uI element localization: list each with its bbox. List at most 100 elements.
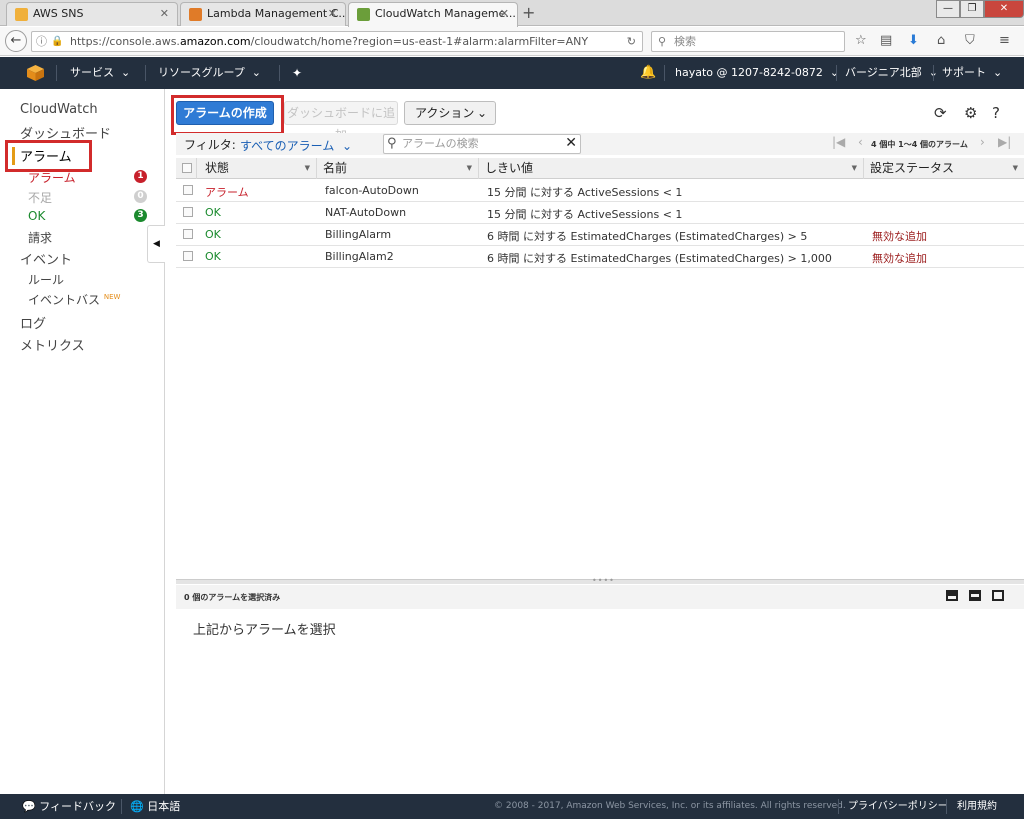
alarm-search-input[interactable]: ⚲ アラームの検索 ✕ — [383, 134, 581, 154]
panel-full-icon[interactable] — [992, 590, 1004, 601]
sidebar-item-alarms[interactable]: アラーム — [20, 146, 72, 165]
filter-bar: フィルタ: すべてのアラーム ⌄ ⚲ アラームの検索 ✕ |◀ ‹ 4 個中 1… — [176, 133, 1024, 155]
reading-list-icon[interactable]: ▤ — [880, 33, 892, 48]
search-icon: ⚲ — [658, 35, 667, 48]
close-tab-icon[interactable]: ✕ — [328, 7, 337, 20]
config-status-cell[interactable]: 無効な追加 — [872, 250, 927, 266]
terms-link[interactable]: 利用規約 — [957, 794, 997, 819]
chevron-down-icon: ⌄ — [925, 66, 938, 79]
sidebar-item-insufficient[interactable]: 不足 — [28, 189, 52, 206]
maximize-window-button[interactable]: ❐ — [960, 0, 984, 18]
create-alarm-button[interactable]: アラームの作成 — [176, 101, 274, 125]
column-header-threshold[interactable]: しきい値 ▼ — [479, 158, 864, 179]
resource-groups-menu[interactable]: リソースグループ ⌄ — [158, 57, 261, 89]
sidebar-item-logs[interactable]: ログ — [20, 313, 46, 332]
close-window-button[interactable]: ✕ — [984, 0, 1024, 18]
prev-page-icon[interactable]: ‹ — [858, 135, 863, 149]
pager-text: 4 個中 1〜4 個のアラーム — [871, 140, 968, 149]
clear-search-icon[interactable]: ✕ — [565, 134, 577, 152]
home-icon[interactable]: ⌂ — [937, 33, 945, 48]
column-header-name[interactable]: 名前 ▼ — [317, 158, 479, 179]
pocket-icon[interactable]: ⛉ — [965, 33, 975, 48]
sidebar-item-metrics[interactable]: メトリクス — [20, 335, 85, 354]
language-selector[interactable]: 🌐 日本語 — [130, 794, 180, 819]
row-checkbox[interactable] — [183, 229, 193, 239]
close-tab-icon[interactable]: ✕ — [160, 7, 169, 20]
privacy-policy-link[interactable]: プライバシーポリシー — [848, 794, 948, 819]
chevron-down-icon: ⌄ — [989, 66, 1003, 79]
browser-tab-cloudwatch[interactable]: CloudWatch Manageme... ✕ — [348, 2, 518, 27]
sidebar-item-events[interactable]: イベント — [20, 249, 72, 268]
actions-dropdown[interactable]: アクション ⌄ — [404, 101, 496, 125]
aws-cube-icon[interactable] — [27, 65, 44, 81]
panel-split-icon[interactable] — [969, 590, 981, 601]
header-divider — [933, 65, 934, 81]
name-cell[interactable]: BillingAlarm — [325, 228, 391, 241]
browser-nav-bar: ← ⓘ 🔒 https://console.aws.amazon.com/clo… — [0, 27, 1024, 56]
table-row[interactable]: アラーム falcon-AutoDown 15 分間 に対する ActiveSess… — [176, 180, 1024, 202]
row-checkbox[interactable] — [183, 251, 193, 261]
sidebar-item-alarm-state[interactable]: アラーム — [28, 169, 76, 186]
pin-icon[interactable]: ✦ — [292, 57, 302, 89]
browser-tab-aws-sns[interactable]: AWS SNS ✕ — [6, 2, 178, 26]
toolbar: アラームの作成 ダッシュボードに追加 アクション ⌄ ⟳ ⚙ ? — [166, 89, 1024, 142]
row-checkbox[interactable] — [183, 207, 193, 217]
chevron-down-icon: ⌄ — [476, 106, 487, 120]
info-icon[interactable]: ⓘ — [36, 32, 47, 51]
last-page-icon[interactable]: ▶| — [998, 135, 1011, 149]
next-page-icon[interactable]: › — [980, 135, 985, 149]
account-menu[interactable]: hayato @ 1207-8242-0872 ⌄ — [675, 57, 839, 89]
first-page-icon[interactable]: |◀ — [832, 135, 845, 149]
feedback-link[interactable]: 💬 フィードバック — [22, 794, 116, 819]
browser-tab-lambda[interactable]: Lambda Management C... ✕ — [180, 2, 346, 26]
help-icon[interactable]: ? — [992, 104, 1000, 122]
refresh-icon[interactable]: ⟳ — [934, 104, 947, 122]
browser-search-input[interactable]: ⚲ 検索 — [651, 31, 845, 52]
table-row[interactable]: OK NAT-AutoDown 15 分間 に対する ActiveSessions … — [176, 202, 1024, 224]
sidebar-item-event-bus[interactable]: イベントバス NEW — [28, 291, 120, 308]
column-header-state[interactable]: 状態 ▼ — [197, 158, 317, 179]
lambda-favicon-icon — [189, 8, 202, 21]
threshold-cell: 6 時間 に対する EstimatedCharges (EstimatedCha… — [487, 252, 832, 265]
split-pane-handle[interactable]: •••• — [176, 576, 1024, 585]
table-row[interactable]: OK BillingAlam2 6 時間 に対する EstimatedCharges… — [176, 246, 1024, 268]
new-tab-button[interactable]: + — [522, 3, 535, 22]
state-cell: OK — [205, 250, 221, 263]
reload-icon[interactable]: ↻ — [627, 32, 636, 51]
bookmark-star-icon[interactable]: ☆ — [855, 33, 867, 48]
table-row[interactable]: OK BillingAlarm 6 時間 に対する EstimatedCharges… — [176, 224, 1024, 246]
close-tab-icon[interactable]: ✕ — [500, 7, 509, 20]
minimize-window-button[interactable]: — — [936, 0, 960, 18]
chevron-down-icon: ⌄ — [338, 139, 353, 153]
collapse-sidebar-button[interactable]: ◀ — [147, 225, 165, 263]
chevron-down-icon: ⌄ — [117, 66, 131, 79]
gear-icon[interactable]: ⚙ — [964, 104, 977, 122]
region-label: バージニア北部 — [845, 66, 922, 79]
name-cell[interactable]: NAT-AutoDown — [325, 206, 406, 219]
region-menu[interactable]: バージニア北部 ⌄ — [845, 57, 938, 89]
row-checkbox[interactable] — [183, 185, 193, 195]
sort-icon: ▼ — [1012, 164, 1018, 172]
sidebar-item-ok[interactable]: OK — [28, 209, 45, 223]
notification-bell-icon[interactable]: 🔔 — [640, 57, 656, 89]
column-header-config-status[interactable]: 設定ステータス ▼ — [864, 158, 1024, 179]
name-cell[interactable]: BillingAlam2 — [325, 250, 394, 263]
column-label: しきい値 — [485, 161, 534, 175]
back-button[interactable]: ← — [5, 30, 27, 52]
download-icon[interactable]: ⬇ — [908, 33, 919, 48]
name-cell[interactable]: falcon-AutoDown — [325, 184, 419, 197]
select-all-checkbox[interactable] — [182, 163, 192, 173]
sidebar-item-billing[interactable]: 請求 — [28, 229, 52, 246]
support-menu[interactable]: サポート ⌄ — [942, 57, 1002, 89]
aws-footer: 💬 フィードバック 🌐 日本語 © 2008 - 2017, Amazon We… — [0, 794, 1024, 819]
filter-dropdown[interactable]: すべてのアラーム ⌄ — [240, 137, 352, 154]
sidebar-item-cloudwatch[interactable]: CloudWatch — [20, 102, 98, 117]
menu-icon[interactable]: ≡ — [999, 33, 1010, 48]
address-bar[interactable]: ⓘ 🔒 https://console.aws.amazon.com/cloud… — [31, 31, 643, 52]
config-status-cell[interactable]: 無効な追加 — [872, 228, 927, 244]
search-icon: ⚲ — [387, 136, 397, 151]
services-menu[interactable]: サービス ⌄ — [70, 57, 130, 89]
panel-bottom-icon[interactable] — [946, 590, 958, 601]
threshold-cell: 6 時間 に対する EstimatedCharges (EstimatedCha… — [487, 230, 808, 243]
sidebar-item-rules[interactable]: ルール — [28, 271, 64, 288]
